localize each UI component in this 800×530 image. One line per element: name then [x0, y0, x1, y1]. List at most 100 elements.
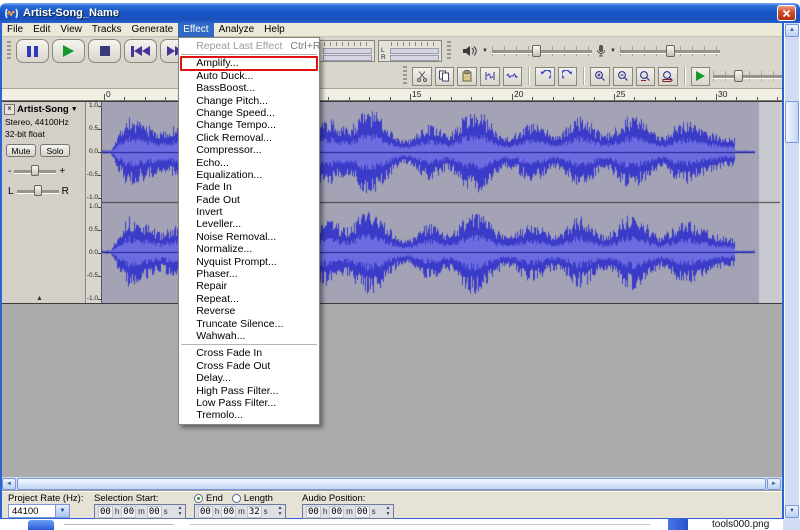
menu-view[interactable]: View [55, 23, 87, 37]
time-digit: 00 [355, 506, 370, 518]
desktop: ▲ ▼ tools000.png Artist-Song_Name [0, 0, 800, 530]
scroll-right-icon[interactable]: ► [767, 478, 781, 490]
menu-item-truncate-silence[interactable]: Truncate Silence... [179, 318, 319, 330]
trim-button[interactable] [480, 67, 500, 86]
pause-button[interactable] [16, 39, 49, 63]
slider-thumb[interactable] [31, 165, 39, 176]
copy-button[interactable] [435, 67, 455, 86]
scroll-left-icon[interactable]: ◄ [2, 478, 16, 490]
track-close-button[interactable]: × [4, 104, 15, 115]
menu-item-bassboost[interactable]: BassBoost... [179, 82, 319, 94]
spinner-icon[interactable]: ▲▼ [176, 506, 184, 517]
menu-item-cross-fade-in[interactable]: Cross Fade In [179, 347, 319, 359]
chevron-down-icon[interactable]: ▼ [610, 48, 616, 54]
menu-item-fade-in[interactable]: Fade In [179, 181, 319, 193]
spinner-icon[interactable]: ▲▼ [276, 506, 284, 517]
paste-button[interactable] [457, 67, 477, 86]
menu-item-repair[interactable]: Repair [179, 280, 319, 292]
selection-end-field[interactable]: 00h00m32s▲▼ [194, 504, 286, 519]
slider-thumb[interactable] [734, 70, 743, 82]
menu-item-compressor[interactable]: Compressor... [179, 144, 319, 156]
pan-slider[interactable]: L R [8, 185, 85, 197]
play-at-speed-button[interactable] [691, 67, 711, 86]
menu-item-wahwah[interactable]: Wahwah... [179, 330, 319, 342]
menu-item-leveller[interactable]: Leveller... [179, 218, 319, 230]
menu-item-tremolo[interactable]: Tremolo... [179, 409, 319, 421]
track-menu-arrow-icon[interactable]: ▼ [71, 106, 78, 113]
menu-item-echo[interactable]: Echo... [179, 157, 319, 169]
toolbar-grip[interactable] [7, 41, 11, 61]
menu-item-repeat[interactable]: Repeat... [179, 293, 319, 305]
skip-to-start-button[interactable] [124, 39, 157, 63]
radio-end[interactable] [194, 494, 203, 503]
toolbar-separator [684, 67, 685, 85]
cut-button[interactable] [412, 67, 432, 86]
menu-analyze[interactable]: Analyze [214, 23, 260, 37]
menu-item-change-pitch[interactable]: Change Pitch... [179, 95, 319, 107]
spinner-icon[interactable]: ▲▼ [384, 506, 392, 517]
menu-item-cross-fade-out[interactable]: Cross Fade Out [179, 360, 319, 372]
silence-button[interactable] [503, 67, 523, 86]
menu-item-auto-duck[interactable]: Auto Duck... [179, 70, 319, 82]
menu-item-phaser[interactable]: Phaser... [179, 268, 319, 280]
menu-item-noise-removal[interactable]: Noise Removal... [179, 231, 319, 243]
menu-item-reverse[interactable]: Reverse [179, 305, 319, 317]
menu-edit[interactable]: Edit [28, 23, 55, 37]
play-button[interactable] [52, 39, 85, 63]
zoom-out-button[interactable] [613, 67, 633, 86]
stop-button[interactable] [88, 39, 121, 63]
close-button[interactable] [777, 5, 796, 21]
zoom-in-button[interactable] [590, 67, 610, 86]
radio-length[interactable] [232, 494, 241, 503]
redo-button[interactable] [558, 67, 578, 86]
scrollbar-thumb[interactable] [17, 478, 766, 490]
timeline-ruler[interactable]: 051015202530 [2, 89, 782, 101]
slider-thumb[interactable] [666, 45, 675, 57]
menu-item-fade-out[interactable]: Fade Out [179, 194, 319, 206]
amp-scale-label: 0.5 [89, 126, 98, 132]
menu-item-equalization[interactable]: Equalization... [179, 169, 319, 181]
menu-item-low-pass-filter[interactable]: Low Pass Filter... [179, 397, 319, 409]
menu-item-click-removal[interactable]: Click Removal... [179, 132, 319, 144]
track-area[interactable]: × Artist-Song ▼ Stereo, 44100Hz 32-bit f… [2, 101, 782, 477]
toolbar-grip[interactable] [403, 66, 407, 86]
undo-button[interactable] [535, 67, 555, 86]
fit-project-button[interactable] [658, 67, 678, 86]
gain-slider[interactable]: - + [8, 165, 85, 177]
slider-thumb[interactable] [34, 185, 42, 196]
menu-item-nyquist-prompt[interactable]: Nyquist Prompt... [179, 256, 319, 268]
slider-thumb[interactable] [532, 45, 541, 57]
menu-item-delay[interactable]: Delay... [179, 372, 319, 384]
audio-position-field[interactable]: 00h00m00s▲▼ [302, 504, 394, 519]
menu-item-amplify[interactable]: Amplify... [179, 57, 319, 69]
output-volume-slider[interactable] [492, 43, 592, 59]
amp-scale-label: 1.0 [89, 103, 98, 109]
horizontal-scrollbar[interactable]: ◄ ► [2, 477, 782, 491]
menu-file[interactable]: File [2, 23, 28, 37]
track-collapse-button[interactable]: ▲ [36, 295, 43, 302]
selection-start-field[interactable]: 00h00m00s▲▼ [94, 504, 186, 519]
menu-help[interactable]: Help [259, 23, 290, 37]
menu-item-change-speed[interactable]: Change Speed... [179, 107, 319, 119]
menu-item-normalize[interactable]: Normalize... [179, 243, 319, 255]
combo-dropdown-icon[interactable]: ▼ [55, 505, 69, 517]
menu-effect[interactable]: Effect Repeat Last EffectCtrl+RAmplify..… [178, 23, 213, 37]
mute-button[interactable]: Mute [6, 144, 36, 157]
end-label: End [206, 493, 223, 504]
vertical-scale-ruler[interactable]: 1.00.50.0-0.5-1.01.00.50.0-0.5-1.0 [86, 102, 102, 303]
menu-item-high-pass-filter[interactable]: High Pass Filter... [179, 385, 319, 397]
solo-button[interactable]: Solo [40, 144, 70, 157]
menu-generate[interactable]: Generate [127, 23, 179, 37]
menu-item-invert[interactable]: Invert [179, 206, 319, 218]
toolbar-grip[interactable] [447, 41, 451, 61]
chevron-down-icon[interactable]: ▼ [482, 48, 488, 54]
playback-speed-slider[interactable] [713, 68, 782, 84]
menu-tracks[interactable]: Tracks [87, 23, 127, 37]
recording-meter[interactable]: L R [378, 40, 442, 62]
menu-item-change-tempo[interactable]: Change Tempo... [179, 119, 319, 131]
playback-meter[interactable]: L R [311, 40, 375, 62]
project-rate-combo[interactable]: 44100 ▼ [8, 504, 70, 518]
input-volume-slider[interactable] [620, 43, 720, 59]
title-bar[interactable]: Artist-Song_Name [0, 3, 800, 23]
fit-selection-button[interactable] [636, 67, 656, 86]
